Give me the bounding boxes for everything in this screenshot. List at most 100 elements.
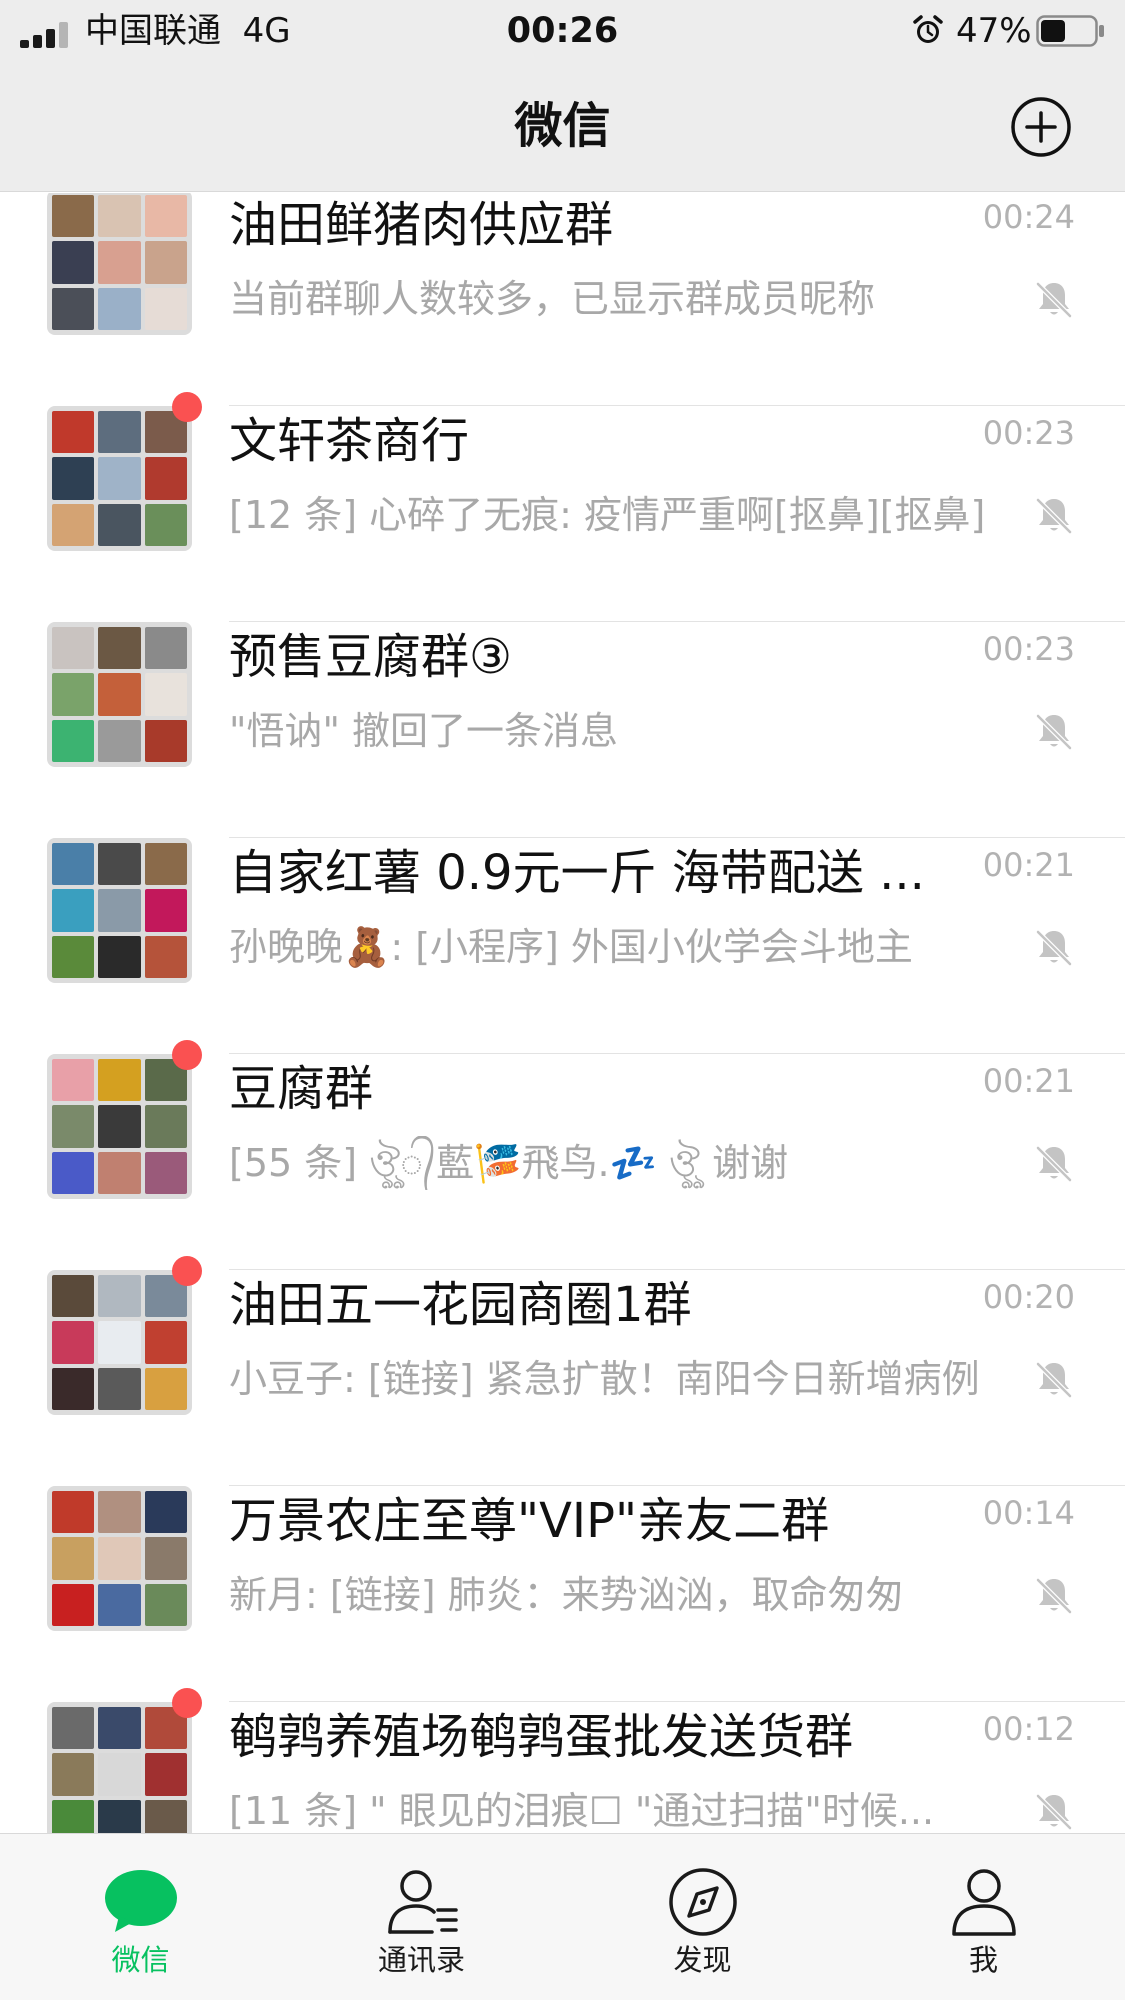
chat-preview: [55 条] ঔৣ᭄藍🎏飛鸟.💤 ঔৣ 谢谢: [229, 1141, 789, 1185]
avatar-tile: [144, 1491, 187, 1534]
compass-icon: [668, 1868, 737, 1936]
chat-time: 00:12: [982, 1710, 1075, 1748]
chat-row[interactable]: 文轩茶商行 00:23 [12 条] 心碎了无痕: 疫情严重啊[抠鼻][抠鼻]: [0, 392, 1125, 622]
mute-bell-icon: [1035, 281, 1073, 319]
avatar-tile: [98, 503, 141, 546]
avatar-tile: [52, 1753, 95, 1796]
chat-preview: 小豆子: [链接] 紧急扩散！南阳今日新增病例: [229, 1357, 980, 1401]
avatar-tile: [98, 843, 141, 886]
tab-wechat[interactable]: 微信: [0, 1834, 281, 2000]
avatar-tile: [52, 1151, 95, 1194]
avatar-tile: [98, 1275, 141, 1318]
avatar-tile: [52, 287, 95, 330]
group-avatar: [47, 1486, 192, 1631]
avatar-tile: [144, 843, 187, 886]
chat-preview: 当前群聊人数较多，已显示群成员昵称: [229, 277, 876, 321]
avatar-tile: [98, 1753, 141, 1796]
chat-name: 文轩茶商行: [229, 413, 470, 469]
chat-time: 00:21: [982, 846, 1075, 884]
chat-row[interactable]: 豆腐群 00:21 [55 条] ঔৣ᭄藍🎏飛鸟.💤 ঔৣ 谢谢: [0, 1040, 1125, 1270]
battery-icon: [1036, 15, 1104, 47]
mute-bell-icon: [1035, 1793, 1073, 1831]
status-bar: 中国联通 4G 00:26 47%: [0, 0, 1125, 62]
mute-bell-icon: [1035, 929, 1073, 967]
page-title: 微信: [514, 98, 611, 154]
avatar-tile: [98, 1059, 141, 1102]
chat-row[interactable]: 自家红薯 0.9元一斤 海带配送 ... 00:21 孙晚晚🧸: [小程序] 外…: [0, 838, 1125, 1054]
chat-time: 00:14: [982, 1494, 1075, 1532]
mute-bell-icon: [1035, 497, 1073, 535]
avatar-tile: [52, 241, 95, 284]
chat-name: 自家红薯 0.9元一斤 海带配送 ...: [229, 845, 925, 901]
avatar-tile: [98, 935, 141, 978]
group-avatar: [47, 193, 192, 335]
tab-contacts[interactable]: 通讯录: [281, 1834, 562, 2000]
alarm-icon: [913, 15, 943, 43]
tab-label: 微信: [111, 1943, 170, 1977]
chat-preview: "悟讷" 撤回了一条消息: [229, 709, 619, 753]
avatar-tile: [144, 889, 187, 932]
avatar-tile: [144, 1537, 187, 1580]
unread-dot: [172, 1256, 202, 1286]
avatar-tile: [52, 411, 95, 454]
chat-row[interactable]: 油田五一花园商圈1群 00:20 小豆子: [链接] 紧急扩散！南阳今日新增病例: [0, 1256, 1125, 1486]
avatar-tile: [144, 627, 187, 670]
unread-dot: [172, 392, 202, 422]
tab-label: 通讯录: [377, 1943, 465, 1977]
mute-bell-icon: [1035, 1577, 1073, 1615]
avatar-tile: [52, 1583, 95, 1626]
mute-bell-icon: [1035, 1361, 1073, 1399]
tab-label: 发现: [673, 1943, 732, 1977]
chat-time: 00:24: [982, 198, 1075, 236]
avatar-tile: [52, 889, 95, 932]
avatar-tile: [144, 673, 187, 716]
tab-me[interactable]: 我: [843, 1834, 1124, 2000]
avatar-tile: [52, 843, 95, 886]
tab-discover[interactable]: 发现: [562, 1834, 843, 2000]
avatar-tile: [52, 1059, 95, 1102]
chat-name: 油田鲜猪肉供应群: [229, 197, 614, 253]
tab-label: 我: [968, 1943, 998, 1977]
chat-row[interactable]: 万景农庄至尊"VIP"亲友二群 00:14 新月: [链接] 肺炎：来势汹汹，取…: [0, 1486, 1125, 1702]
avatar-tile: [144, 1151, 187, 1194]
chat-preview: [12 条] 心碎了无痕: 疫情严重啊[抠鼻][抠鼻]: [229, 493, 986, 537]
chat-preview: 孙晚晚🧸: [小程序] 外国小伙学会斗地主: [229, 925, 913, 969]
avatar-tile: [52, 935, 95, 978]
avatar-tile: [98, 673, 141, 716]
chat-time: 00:21: [982, 1062, 1075, 1100]
unread-dot: [172, 1040, 202, 1070]
avatar-tile: [98, 1707, 141, 1750]
avatar-tile: [98, 1321, 141, 1364]
avatar-tile: [52, 457, 95, 500]
avatar-tile: [144, 935, 187, 978]
nav-bar: 微信: [0, 62, 1125, 192]
avatar-tile: [144, 1367, 187, 1410]
unread-dot: [172, 1688, 202, 1718]
avatar-tile: [144, 719, 187, 762]
contacts-icon: [387, 1870, 458, 1934]
avatar-tile: [144, 195, 187, 238]
chat-preview: 新月: [链接] 肺炎：来势汹汹，取命匆匆: [229, 1573, 904, 1617]
avatar-tile: [144, 1105, 187, 1148]
avatar-tile: [52, 195, 95, 238]
avatar-tile: [144, 503, 187, 546]
chat-row[interactable]: 油田鲜猪肉供应群 00:24 当前群聊人数较多，已显示群成员昵称: [0, 193, 1125, 406]
avatar-tile: [144, 1583, 187, 1626]
avatar-tile: [98, 1491, 141, 1534]
chat-list[interactable]: 油田鲜猪肉供应群 00:24 当前群聊人数较多，已显示群成员昵称 文轩茶商行 0…: [0, 193, 1125, 1833]
avatar-tile: [52, 1367, 95, 1410]
avatar-tile: [98, 411, 141, 454]
chat-name: 鹌鹑养殖场鹌鹑蛋批发送货群: [229, 1709, 854, 1765]
chat-name: 预售豆腐群③: [229, 629, 513, 685]
chat-row[interactable]: 预售豆腐群③ 00:23 "悟讷" 撤回了一条消息: [0, 622, 1125, 838]
avatar-tile: [144, 241, 187, 284]
chat-name: 豆腐群: [229, 1061, 374, 1117]
avatar-tile: [98, 1799, 141, 1833]
avatar-tile: [98, 1537, 141, 1580]
avatar-tile: [52, 1707, 95, 1750]
avatar-tile: [98, 1105, 141, 1148]
chat-row[interactable]: 鹌鹑养殖场鹌鹑蛋批发送货群 00:12 [11 条] " 眼见的泪痕☐ "通过扫…: [0, 1688, 1125, 1833]
avatar-tile: [144, 1799, 187, 1833]
avatar-tile: [52, 503, 95, 546]
plus-circle-icon[interactable]: [1009, 95, 1073, 159]
